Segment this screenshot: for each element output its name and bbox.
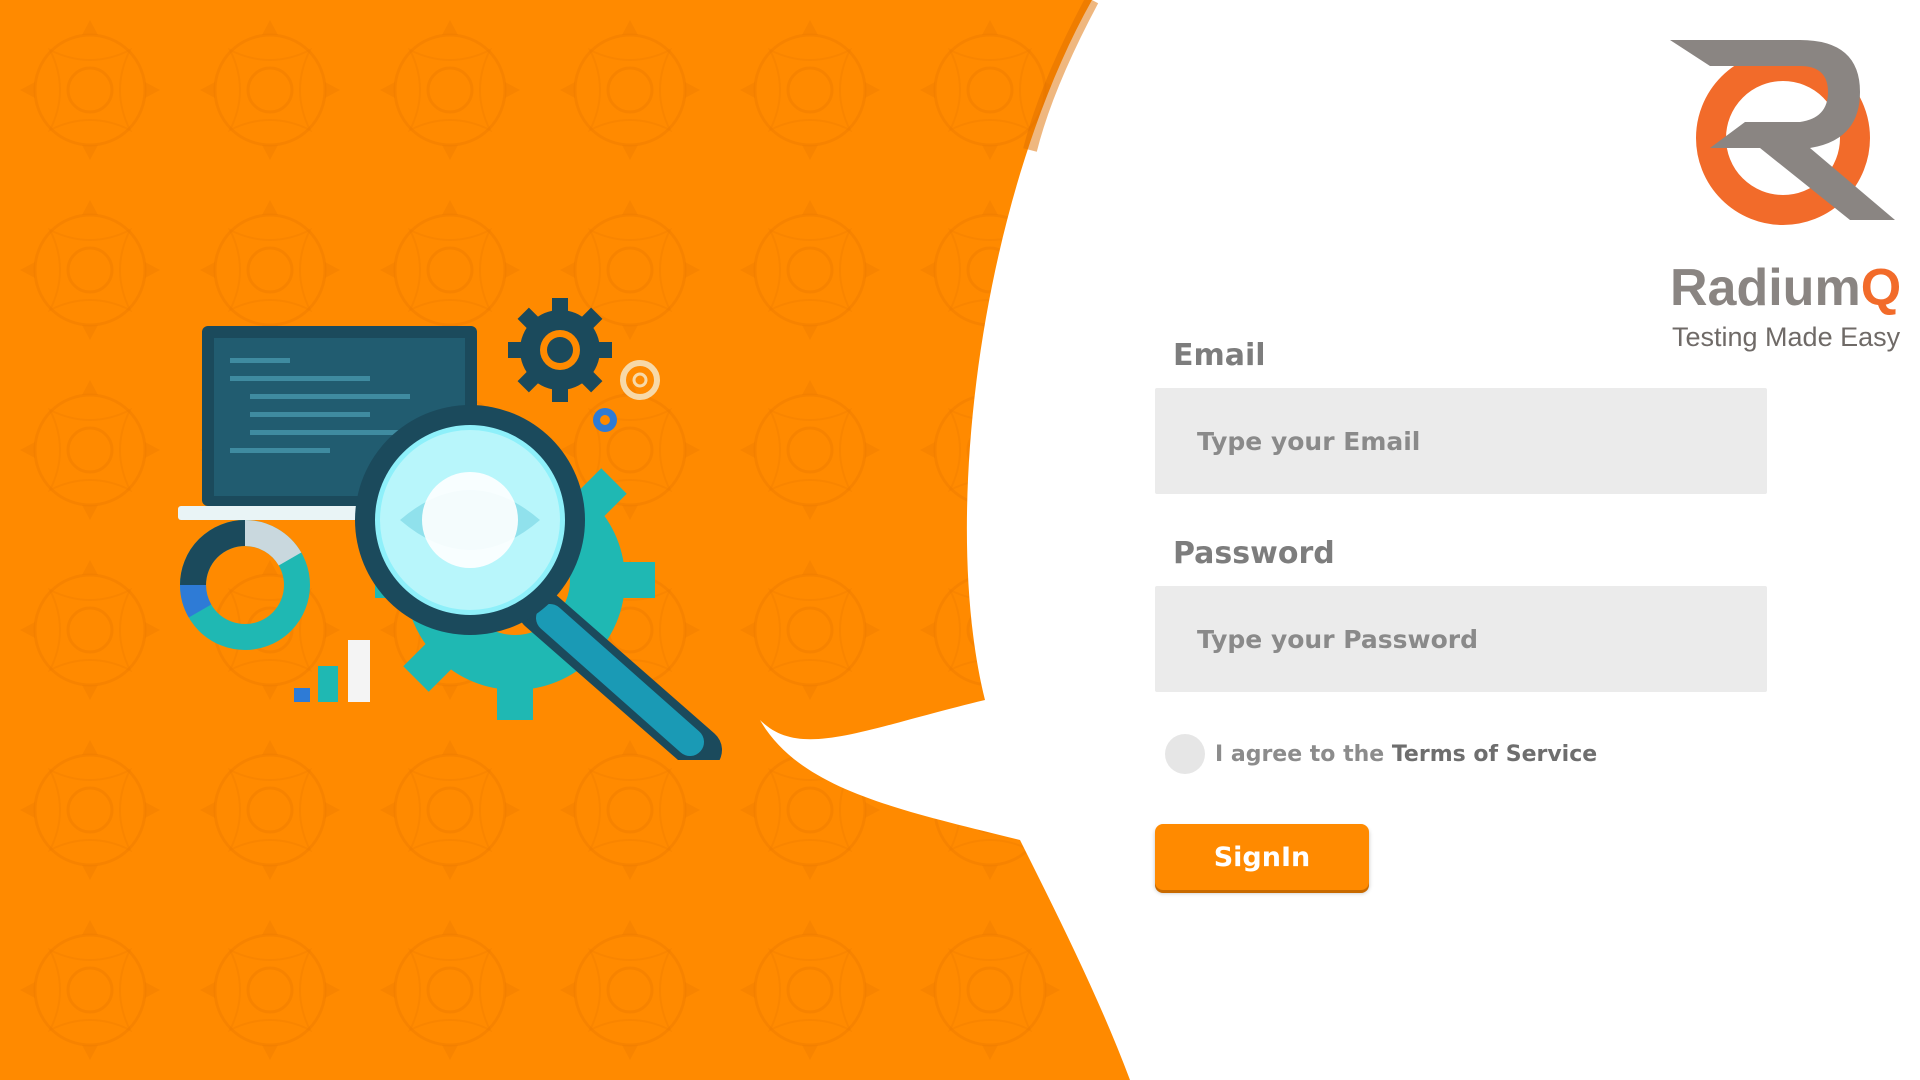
terms-row: I agree to the Terms of Service bbox=[1155, 734, 1775, 774]
brand-name: RadiumQ bbox=[1670, 259, 1902, 317]
brand-logo: RadiumQ Testing Made Easy bbox=[1640, 30, 1910, 352]
gear-icon bbox=[620, 360, 660, 400]
terms-text: I agree to the Terms of Service bbox=[1215, 742, 1597, 767]
testing-illustration bbox=[178, 298, 722, 760]
terms-checkbox[interactable] bbox=[1165, 734, 1205, 774]
gear-icon bbox=[593, 408, 617, 432]
gear-icon bbox=[508, 298, 612, 402]
login-form: Email Password I agree to the Terms of S… bbox=[1155, 330, 1775, 890]
logo-r-mark bbox=[1670, 40, 1895, 225]
terms-prefix: I agree to the bbox=[1215, 741, 1392, 767]
password-label: Password bbox=[1173, 536, 1335, 571]
login-page: RadiumQ Testing Made Easy Email Password… bbox=[0, 0, 1920, 1080]
bar-chart-icon bbox=[294, 640, 370, 702]
password-field[interactable] bbox=[1155, 586, 1767, 692]
email-field[interactable] bbox=[1155, 388, 1767, 494]
donut-chart-icon bbox=[180, 520, 310, 650]
terms-of-service-link[interactable]: Terms of Service bbox=[1392, 742, 1597, 767]
email-label: Email bbox=[1173, 338, 1266, 373]
signin-button[interactable]: SignIn bbox=[1155, 824, 1369, 890]
brand-name-accent: Q bbox=[1860, 259, 1902, 317]
